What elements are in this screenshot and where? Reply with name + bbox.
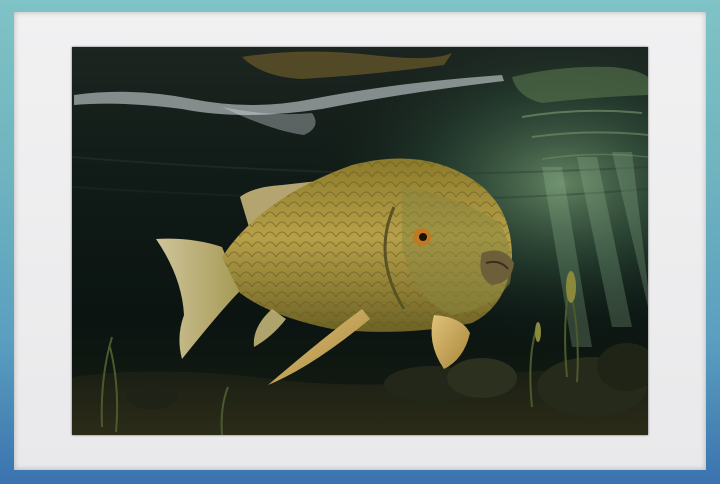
underwater-scene [72, 47, 648, 435]
artwork [72, 47, 648, 435]
